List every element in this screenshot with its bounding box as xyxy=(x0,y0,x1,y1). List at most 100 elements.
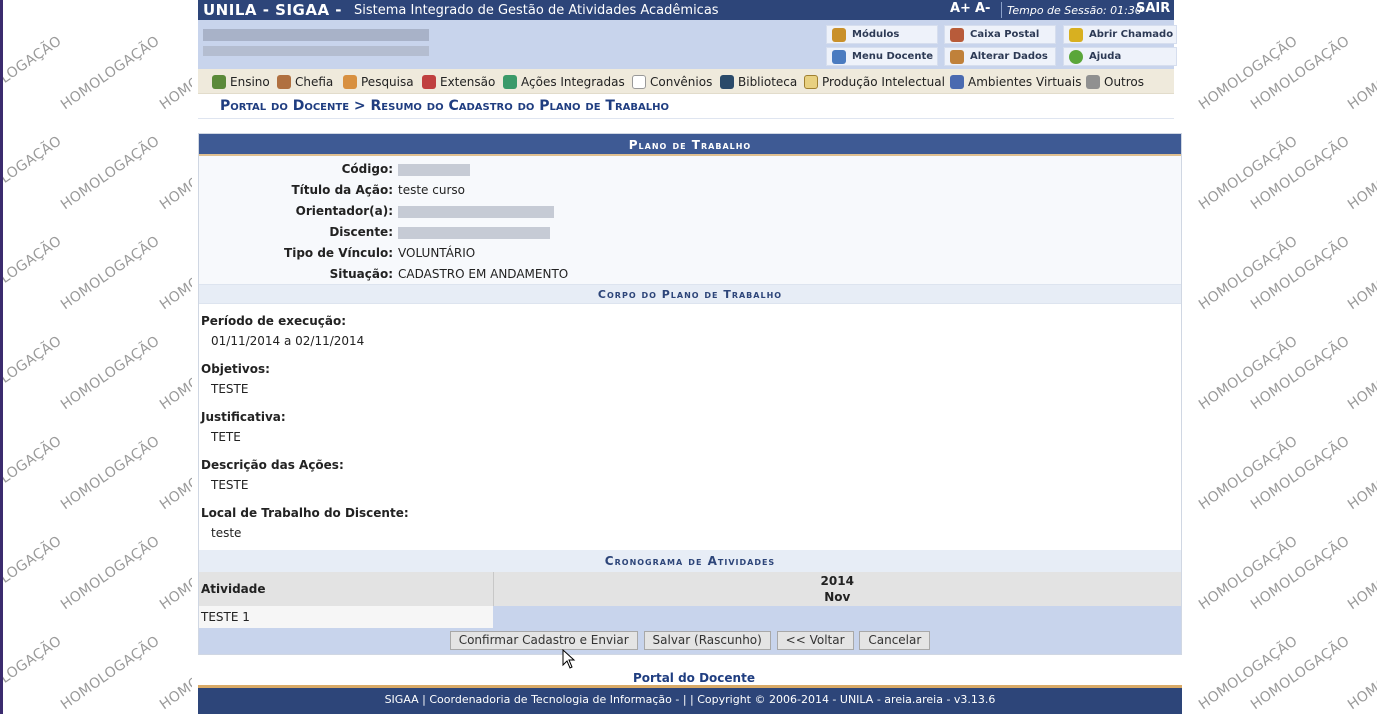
watermark-text: HOMOLOGAÇÃO xyxy=(0,333,65,414)
system-subtitle: Sistema Integrado de Gestão de Atividade… xyxy=(354,3,719,18)
library-icon xyxy=(720,75,734,89)
breadcrumb-text: Portal do Docente > Resumo do Cadastro d… xyxy=(220,98,669,114)
activity-month-cell xyxy=(493,606,1181,628)
menu-item-biblioteca[interactable]: Biblioteca xyxy=(720,74,797,91)
user-unit-redacted xyxy=(203,46,429,56)
menu-item-label: Extensão xyxy=(440,75,496,89)
flask-icon xyxy=(343,75,357,89)
watermark-text: HOMOLOGAÇÃO xyxy=(0,133,65,214)
caixa-postal-button[interactable]: Caixa Postal xyxy=(944,25,1056,44)
salvar-rascunho-button[interactable]: Salvar (Rascunho) xyxy=(643,631,771,650)
menu-item-acoes-integradas[interactable]: Ações Integradas xyxy=(503,74,625,91)
watermark-text: HOMOLOGAÇÃO xyxy=(0,433,65,514)
field-codigo: Código: xyxy=(199,158,1181,179)
watermark-text: HOMOLOGAÇÃO xyxy=(0,233,65,314)
codigo-label: Código: xyxy=(341,162,393,176)
handshake-icon xyxy=(422,75,436,89)
watermark-text: HOMOLOGAÇÃO xyxy=(58,633,163,714)
menu-item-chefia[interactable]: Chefia xyxy=(277,74,333,91)
menu-docente-label: Menu Docente xyxy=(852,51,934,62)
menu-item-producao-intelectual[interactable]: Produção Intelectual xyxy=(804,74,945,91)
user-name-redacted xyxy=(203,29,429,41)
divider xyxy=(198,118,1174,119)
cube-icon xyxy=(832,28,846,42)
menu-item-label: Chefia xyxy=(295,75,334,89)
watermark-text: HOMOLOGAÇÃO xyxy=(58,33,163,114)
cancelar-button[interactable]: Cancelar xyxy=(859,631,931,650)
menu-item-label: Ações Integradas xyxy=(521,75,625,89)
menu-docente-button[interactable]: Menu Docente xyxy=(826,47,938,66)
activity-name: TESTE 1 xyxy=(199,606,493,628)
breadcrumb: Portal do Docente > Resumo do Cadastro d… xyxy=(220,98,669,114)
watermark-text: HOMOLOGAÇÃO xyxy=(58,533,163,614)
button-row: Confirmar Cadastro e Enviar Salvar (Rasc… xyxy=(199,628,1181,654)
puzzle-icon xyxy=(503,75,517,89)
field-discente: Discente: xyxy=(199,221,1181,242)
descricao-value: TESTE xyxy=(211,478,249,492)
local-label: Local de Trabalho do Discente: xyxy=(201,506,409,520)
codigo-value-redacted xyxy=(398,164,470,176)
mouse-cursor-icon xyxy=(562,649,576,669)
ajuda-label: Ajuda xyxy=(1089,51,1122,62)
notepad-icon xyxy=(804,75,818,89)
confirmar-button[interactable]: Confirmar Cadastro e Enviar xyxy=(449,631,638,650)
justificativa-value: TETE xyxy=(211,430,241,444)
field-vinculo: Tipo de Vínculo: VOLUNTÁRIO xyxy=(199,242,1181,263)
documents-icon xyxy=(632,75,646,89)
alterar-dados-label: Alterar Dados xyxy=(970,51,1048,62)
titulo-value: teste curso xyxy=(398,183,465,197)
menu-item-outros[interactable]: Outros xyxy=(1086,74,1144,91)
watermark-text: HOMOLOGAÇÃO xyxy=(58,333,163,414)
cronograma-table: Atividade 2014 Nov TESTE 1 xyxy=(199,572,1181,628)
menu-item-label: Pesquisa xyxy=(361,75,414,89)
periodo-value: 01/11/2014 a 02/11/2014 xyxy=(211,334,365,348)
modulos-button[interactable]: Módulos xyxy=(826,25,938,44)
font-increase-button[interactable]: A+ xyxy=(950,1,971,16)
menu-item-label: Convênios xyxy=(650,75,713,89)
mailbox-icon xyxy=(950,28,964,42)
field-titulo: Título da Ação: teste curso xyxy=(199,179,1181,200)
phone-icon xyxy=(1069,28,1083,42)
portal-docente-link[interactable]: Portal do Docente xyxy=(633,671,755,685)
caixa-postal-label: Caixa Postal xyxy=(970,29,1040,40)
menu-item-label: Produção Intelectual xyxy=(822,75,945,89)
voltar-button[interactable]: << Voltar xyxy=(776,631,854,650)
orientador-label: Orientador(a): xyxy=(295,204,393,218)
year-label: 2014 xyxy=(820,574,854,588)
menu-item-label: Ambientes Virtuais xyxy=(968,75,1082,89)
network-icon xyxy=(950,75,964,89)
descricao-label: Descrição das Ações: xyxy=(201,458,344,472)
discente-value-redacted xyxy=(398,227,550,239)
abrir-chamado-button[interactable]: Abrir Chamado xyxy=(1063,25,1177,44)
vinculo-label: Tipo de Vínculo: xyxy=(284,246,393,260)
objetivos-value: TESTE xyxy=(211,382,249,396)
menu-item-pesquisa[interactable]: Pesquisa xyxy=(343,74,414,91)
form-caption: Plano de Trabalho xyxy=(199,134,1181,156)
font-decrease-button[interactable]: A- xyxy=(975,1,990,16)
discente-label: Discente: xyxy=(329,225,393,239)
logout-button[interactable]: SAIR xyxy=(1136,1,1170,16)
menu-item-label: Biblioteca xyxy=(738,75,798,89)
divider xyxy=(1001,2,1002,18)
ajuda-button[interactable]: Ajuda xyxy=(1063,47,1177,66)
situacao-label: Situação: xyxy=(329,267,393,281)
menu-item-convenios[interactable]: Convênios xyxy=(632,74,712,91)
books-icon xyxy=(212,75,226,89)
user-icon xyxy=(277,75,291,89)
menu-item-extensao[interactable]: Extensão xyxy=(422,74,495,91)
plano-trabalho-form: Plano de Trabalho Código: Título da Ação… xyxy=(198,133,1182,655)
window-edge xyxy=(0,0,3,714)
plan-body: Período de execução: 01/11/2014 a 02/11/… xyxy=(199,304,1181,550)
watermark-text: HOMOLOGAÇÃO xyxy=(58,133,163,214)
menu-item-label: Ensino xyxy=(230,75,270,89)
watermark-text: HOMOLOGAÇÃO xyxy=(0,533,65,614)
abrir-chamado-label: Abrir Chamado xyxy=(1089,29,1174,40)
local-value: teste xyxy=(211,526,242,540)
menu-item-ensino[interactable]: Ensino xyxy=(212,74,270,91)
alterar-dados-button[interactable]: Alterar Dados xyxy=(944,47,1056,66)
vinculo-value: VOLUNTÁRIO xyxy=(398,246,476,260)
menu-item-ambientes-virtuais[interactable]: Ambientes Virtuais xyxy=(950,74,1081,91)
session-timer: Tempo de Sessão: 01:30 xyxy=(1007,4,1142,17)
sitemap-icon xyxy=(832,50,846,64)
fields-block: Código: Título da Ação: teste curso Orie… xyxy=(199,156,1181,284)
